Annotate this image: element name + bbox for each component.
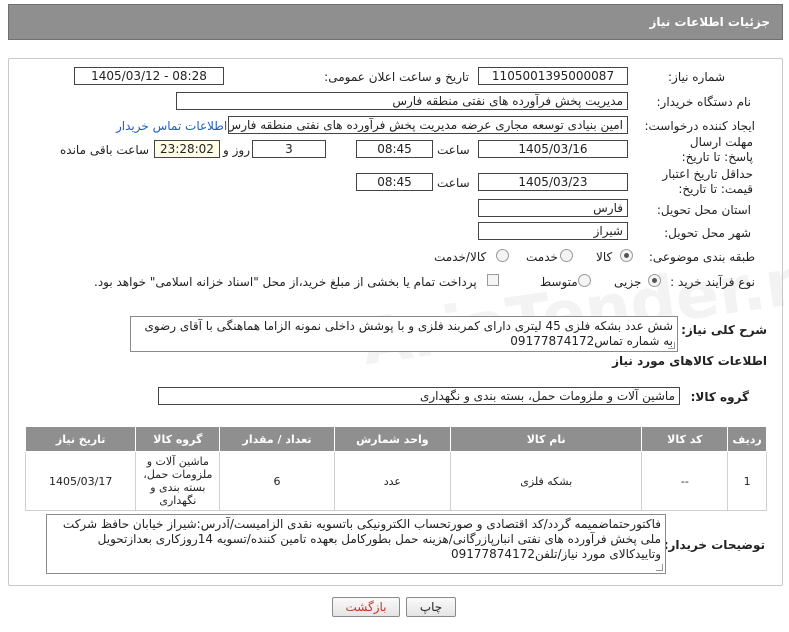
goods-table: ردیف کد کالا نام کالا واحد شمارش تعداد /… <box>24 426 767 511</box>
goods-group-label: گروه کالا: <box>690 390 749 404</box>
summary-textarea[interactable]: شش عدد بشکه فلزی 45 لیتری دارای کمربند ف… <box>130 316 678 352</box>
need-number-label: شماره نیاز: <box>668 70 725 84</box>
cell-code: -- <box>641 451 729 511</box>
remaining-label: ساعت باقی مانده <box>60 143 150 157</box>
remaining-time-field[interactable]: 23:28:02 <box>154 140 220 158</box>
purchase-type-label: نوع فرآیند خرید : <box>670 275 755 289</box>
cell-unit: عدد <box>333 451 452 511</box>
buyer-field[interactable]: مدیریت پخش فرآورده های نفتی منطقه فارس <box>176 92 628 110</box>
purchase-option-minor: جزیی <box>614 275 642 289</box>
category-option-goods: کالا <box>596 250 613 264</box>
days-field[interactable]: 3 <box>252 140 326 158</box>
validity-date-field[interactable]: 1405/03/23 <box>478 173 628 191</box>
buyer-notes-label: توضیحات خریدار: <box>663 538 765 552</box>
validity-time-field[interactable]: 08:45 <box>356 173 433 191</box>
resize-handle[interactable] <box>668 342 675 349</box>
deadline-time-field[interactable]: 08:45 <box>356 140 433 158</box>
validity-time-label: ساعت <box>437 176 470 190</box>
category-option-service: خدمت <box>526 250 558 264</box>
page-title: جزئیات اطلاعات نیاز <box>649 15 770 29</box>
print-button[interactable]: چاپ <box>406 597 456 617</box>
col-row-header: ردیف <box>727 426 767 452</box>
category-radio-goods[interactable] <box>620 249 633 262</box>
announce-label: تاریخ و ساعت اعلان عمومی: <box>324 70 469 84</box>
category-radio-both[interactable] <box>496 249 509 262</box>
payment-note: پرداخت تمام یا بخشی از مبلغ خرید،از محل … <box>94 275 477 289</box>
back-button[interactable]: بازگشت <box>332 597 400 617</box>
deadline-date-field[interactable]: 1405/03/16 <box>478 140 628 158</box>
col-unit-header: واحد شمارش <box>333 426 452 452</box>
cell-qty: 6 <box>219 451 335 511</box>
province-field[interactable]: فارس <box>478 199 628 217</box>
summary-text: شش عدد بشکه فلزی 45 لیتری دارای کمربند ف… <box>144 319 673 348</box>
col-code-header: کد کالا <box>641 426 729 452</box>
deadline-label: مهلت ارسال پاسخ: تا تاریخ: <box>681 135 753 164</box>
goods-group-field[interactable]: ماشین آلات و ملزومات حمل، بسته بندی و نگ… <box>158 387 680 405</box>
days-label: روز و <box>223 143 250 157</box>
page-header: جزئیات اطلاعات نیاز <box>8 4 783 40</box>
purchase-radio-medium[interactable] <box>578 274 591 287</box>
need-number-field[interactable]: 1105001395000087 <box>478 67 628 85</box>
purchase-option-medium: متوسط <box>540 275 578 289</box>
category-option-both: کالا/خدمت <box>434 250 487 264</box>
city-label: شهر محل تحویل: <box>664 226 751 240</box>
col-qty-header: تعداد / مقدار <box>219 426 335 452</box>
cell-group: ماشین آلات و ملزومات حمل، بسته بندی و نگ… <box>135 451 221 511</box>
buyer-notes-textarea[interactable]: فاکتورحتماضمیمه گردد/کد اقتصادی و صورتحس… <box>46 514 666 574</box>
col-date-header: تاریخ نیاز <box>24 426 137 452</box>
cell-name: بشکه فلزی <box>450 451 643 511</box>
category-label: طبقه بندی موضوعی: <box>648 250 755 264</box>
validity-label: حداقل تاریخ اعتبار قیمت: تا تاریخ: <box>662 167 753 196</box>
buyer-notes-text: فاکتورحتماضمیمه گردد/کد اقتصادی و صورتحس… <box>62 517 661 561</box>
col-group-header: گروه کالا <box>135 426 221 452</box>
deadline-time-label: ساعت <box>437 143 470 157</box>
purchase-radio-minor[interactable] <box>648 274 661 287</box>
goods-info-title: اطلاعات کالاهای مورد نیاز <box>612 354 767 368</box>
province-label: استان محل تحویل: <box>656 203 751 217</box>
cell-row: 1 <box>727 451 767 511</box>
creator-field[interactable]: امین بنیادی توسعه مجاری عرضه مدیریت پخش … <box>228 116 628 134</box>
city-field[interactable]: شیراز <box>478 222 628 240</box>
buyer-label: نام دستگاه خریدار: <box>656 95 752 109</box>
resize-handle[interactable] <box>656 564 663 571</box>
contact-info-link[interactable]: اطلاعات تماس خریدار <box>116 119 227 133</box>
treasury-checkbox[interactable] <box>487 274 499 286</box>
cell-date: 1405/03/17 <box>24 451 137 511</box>
table-header-row: ردیف کد کالا نام کالا واحد شمارش تعداد /… <box>24 426 767 452</box>
announce-field[interactable]: 1405/03/12 - 08:28 <box>74 67 224 85</box>
col-name-header: نام کالا <box>450 426 643 452</box>
category-radio-service[interactable] <box>560 249 573 262</box>
creator-label: ایجاد کننده درخواست: <box>644 119 755 133</box>
table-row[interactable]: 1 -- بشکه فلزی عدد 6 ماشین آلات و ملزوما… <box>24 451 767 511</box>
summary-label: شرح کلی نیاز: <box>681 323 767 337</box>
